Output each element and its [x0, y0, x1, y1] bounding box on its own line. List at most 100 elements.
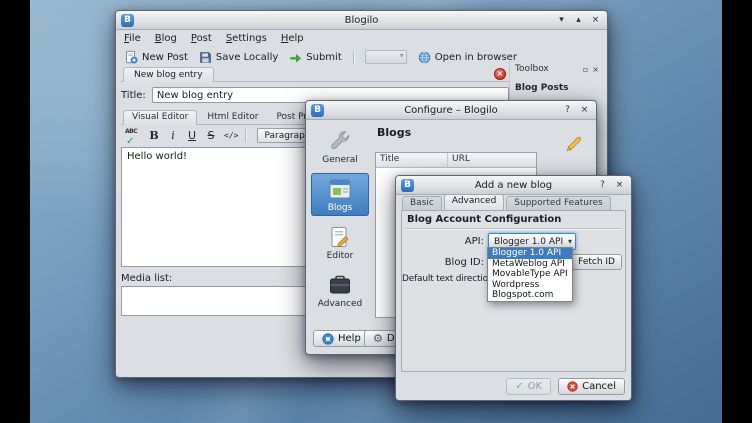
menu-blog[interactable]: Blog — [155, 33, 177, 44]
entry-tab[interactable]: New blog entry — [123, 67, 214, 82]
editor-pencil-icon — [328, 225, 352, 249]
tab-html-editor[interactable]: Html Editor — [199, 111, 266, 124]
blogs-table-header: Title URL — [376, 153, 536, 168]
close-icon[interactable]: × — [589, 14, 602, 27]
dialog-footer: ✓ OK Cancel — [506, 378, 625, 395]
close-tab-icon[interactable]: × — [494, 68, 506, 80]
format-separator — [245, 129, 246, 142]
globe-icon — [418, 51, 431, 64]
wrench-icon — [328, 129, 352, 153]
sidebar-item-editor[interactable]: Editor — [311, 221, 369, 264]
window-buttons: ? × — [596, 179, 626, 192]
tab-visual-editor[interactable]: Visual Editor — [123, 110, 197, 125]
desktop: B Blogilo ▾ ▴ × File Blog Post Settings … — [0, 0, 752, 423]
gear-icon: ⚙ — [373, 334, 383, 344]
tab-advanced[interactable]: Advanced — [444, 194, 504, 210]
save-locally-button[interactable]: Save Locally — [199, 51, 278, 64]
add-blog-titlebar[interactable]: B Add a new blog ? × — [396, 176, 631, 195]
new-post-icon — [124, 50, 138, 64]
help-lifering-icon — [322, 333, 334, 345]
main-titlebar[interactable]: B Blogilo ▾ ▴ × — [116, 11, 607, 30]
dropdown-option-blogspot[interactable]: Blogspot.com — [488, 290, 572, 301]
api-label: API: — [402, 236, 488, 247]
configure-titlebar[interactable]: B Configure – Blogilo ? × — [306, 101, 596, 120]
menu-file[interactable]: File — [124, 33, 141, 44]
blog-selector-combobox[interactable] — [365, 50, 407, 64]
cancel-button[interactable]: Cancel — [558, 378, 625, 395]
menu-post[interactable]: Post — [191, 33, 212, 44]
close-icon[interactable]: × — [578, 104, 591, 117]
ok-button[interactable]: ✓ OK — [506, 378, 551, 395]
new-post-button[interactable]: New Post — [124, 50, 188, 64]
column-header-title[interactable]: Title — [376, 153, 448, 168]
toolbar-separator — [353, 51, 354, 64]
add-blog-pencil-icon[interactable] — [565, 134, 584, 153]
configure-window-title: Configure – Blogilo — [346, 105, 556, 116]
add-blog-tabs: Basic Advanced Supported Features — [402, 194, 611, 210]
help-icon[interactable]: ? — [561, 104, 574, 117]
check-icon: ✓ — [515, 381, 523, 392]
italic-button[interactable]: i — [167, 129, 179, 142]
sidebar-item-label: Advanced — [318, 299, 362, 309]
minimize-icon[interactable]: ▾ — [555, 14, 568, 27]
submit-label: Submit — [306, 52, 341, 63]
fetch-id-button[interactable]: Fetch ID — [571, 254, 622, 270]
cancel-x-icon — [567, 381, 578, 392]
column-header-url[interactable]: URL — [448, 153, 536, 168]
maximize-icon[interactable]: ▴ — [572, 14, 585, 27]
cancel-button-label: Cancel — [582, 381, 616, 392]
strikethrough-button[interactable]: S — [205, 129, 217, 142]
toolbox-section-blog-posts[interactable]: Blog Posts — [515, 83, 599, 93]
menu-settings[interactable]: Settings — [226, 33, 267, 44]
toolbox-header-icons: ▫ × — [583, 65, 599, 74]
add-blog-title: Add a new blog — [436, 180, 591, 191]
spellcheck-icon[interactable]: ABC ✓ — [125, 128, 141, 144]
toolbox-title: Toolbox — [515, 64, 549, 74]
window-buttons: ▾ ▴ × — [555, 14, 602, 27]
toolbox-header: Toolbox ▫ × — [515, 64, 599, 74]
add-blog-app-icon: B — [401, 179, 414, 192]
close-panel-icon[interactable]: × — [592, 65, 599, 74]
sidebar-item-blogs[interactable]: Blogs — [311, 173, 369, 216]
dropdown-option-blogger[interactable]: Blogger 1.0 API — [488, 248, 572, 259]
save-icon — [199, 51, 212, 64]
underline-button[interactable]: U — [186, 129, 198, 142]
help-icon[interactable]: ? — [596, 179, 609, 192]
tab-supported-features[interactable]: Supported Features — [506, 196, 610, 210]
section-divider — [405, 228, 622, 229]
open-in-browser-button[interactable]: Open in browser — [418, 51, 517, 64]
text-direction-label: Default text direction: — [402, 274, 500, 284]
window-buttons: ? × — [561, 104, 591, 117]
toolbox-advanced-icon — [328, 273, 352, 297]
sidebar-item-label: General — [322, 155, 357, 165]
sidebar-item-label: Blogs — [328, 203, 353, 213]
dropdown-option-wordpress[interactable]: Wordpress — [488, 280, 572, 291]
sidebar-item-advanced[interactable]: Advanced — [311, 269, 369, 312]
configure-app-icon: B — [311, 104, 324, 117]
new-post-label: New Post — [142, 52, 188, 63]
close-icon[interactable]: × — [613, 179, 626, 192]
bold-button[interactable]: B — [148, 129, 160, 142]
help-button[interactable]: Help — [313, 330, 370, 347]
submit-button[interactable]: Submit — [289, 51, 341, 64]
blogilo-app-icon: B — [121, 14, 134, 27]
blogs-icon — [328, 177, 352, 201]
menubar: File Blog Post Settings Help — [116, 30, 607, 47]
code-button[interactable]: </> — [224, 131, 238, 140]
api-dropdown-popup: Blogger 1.0 API MetaWeblog API MovableTy… — [487, 247, 573, 302]
title-label: Title: — [121, 90, 146, 101]
help-button-label: Help — [338, 333, 361, 344]
dropdown-option-movabletype[interactable]: MovableType API — [488, 269, 572, 280]
tab-basic[interactable]: Basic — [402, 196, 442, 210]
float-panel-icon[interactable]: ▫ — [583, 65, 588, 74]
main-window-title: Blogilo — [156, 15, 567, 26]
menu-help[interactable]: Help — [281, 33, 304, 44]
dropdown-option-metaweblog[interactable]: MetaWeblog API — [488, 259, 572, 270]
page-title: Blogs — [373, 124, 590, 139]
sidebar-item-general[interactable]: General — [311, 125, 369, 168]
section-title: Blog Account Configuration — [402, 211, 625, 227]
entry-tabbar: New blog entry × — [121, 67, 509, 82]
sidebar-item-label: Editor — [327, 251, 354, 261]
add-blog-dialog: B Add a new blog ? × Basic Advanced Supp… — [395, 175, 632, 401]
blog-id-label: Blog ID: — [402, 257, 488, 268]
